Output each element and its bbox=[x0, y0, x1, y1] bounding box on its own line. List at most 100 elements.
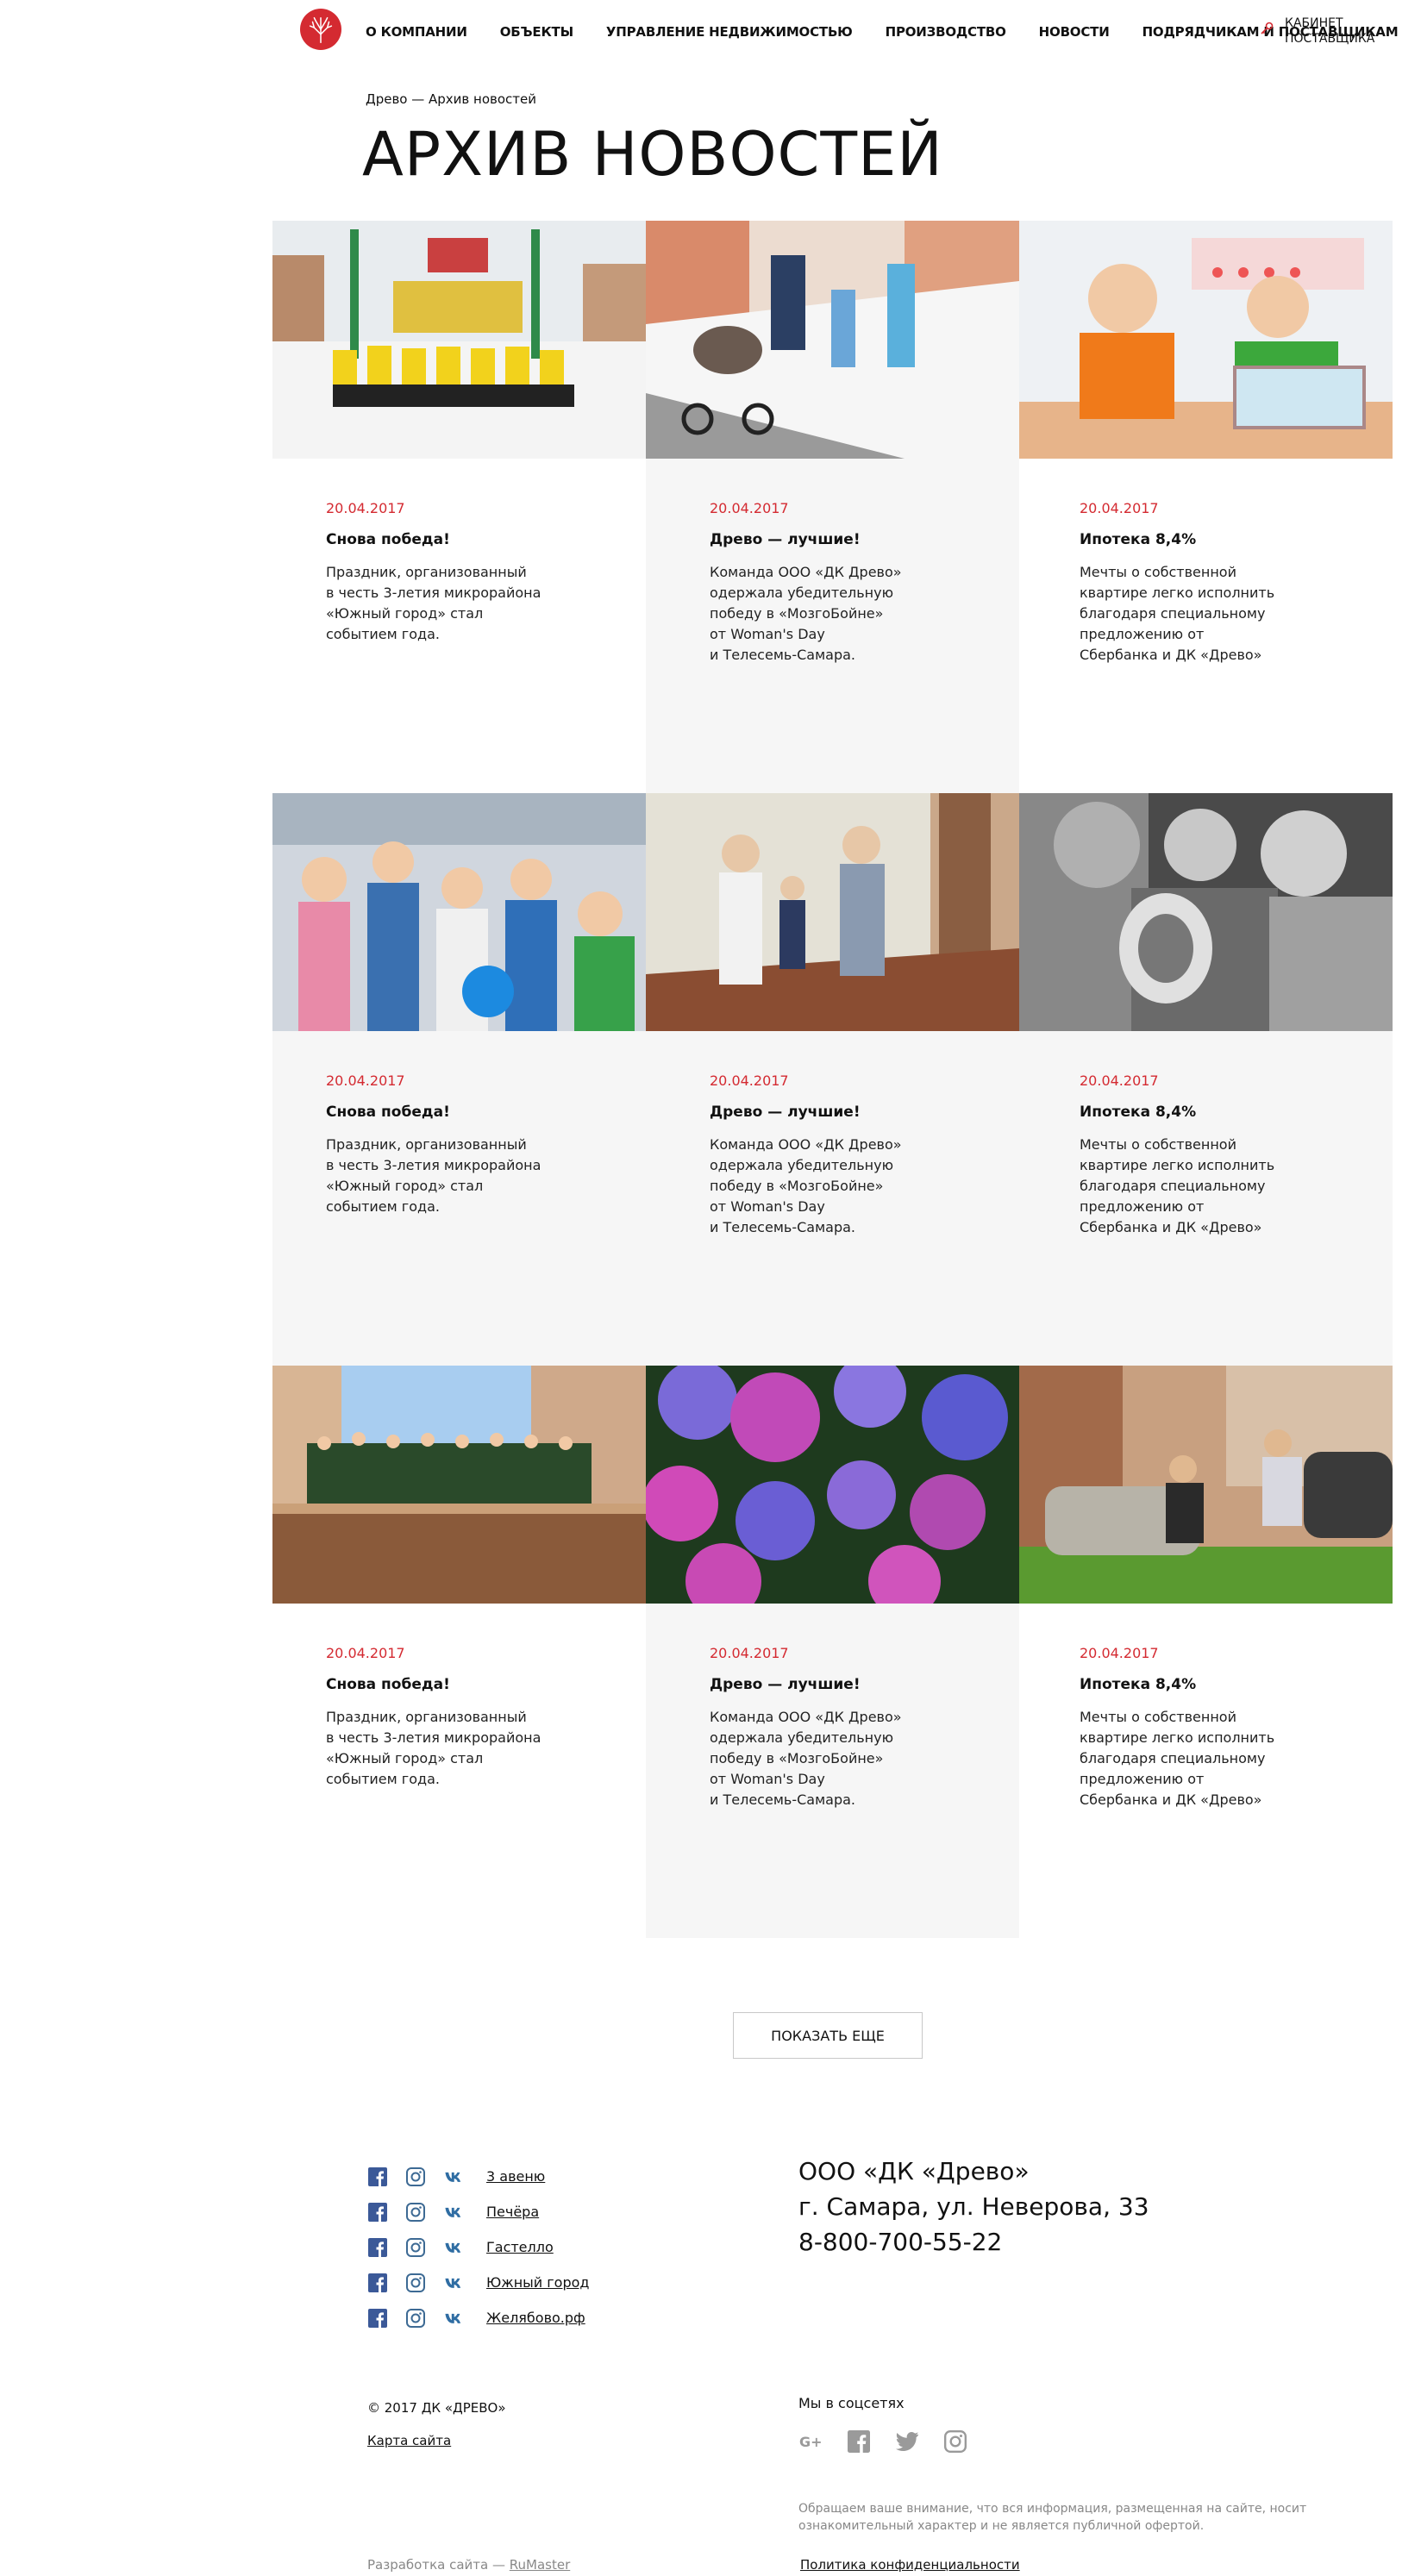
news-title[interactable]: Древо — лучшие! bbox=[710, 1676, 861, 1693]
news-title[interactable]: Ипотека 8,4% bbox=[1080, 531, 1196, 548]
cabinet-label: Кабинет поставщика bbox=[1285, 16, 1375, 46]
project-link[interactable]: Гастелло bbox=[486, 2239, 554, 2255]
news-title[interactable]: Древо — лучшие! bbox=[710, 531, 861, 548]
facebook-icon[interactable] bbox=[367, 2237, 388, 2258]
company-name: ООО «ДК «Древо» bbox=[798, 2157, 1030, 2185]
instagram-icon[interactable] bbox=[405, 2237, 426, 2258]
breadcrumb: Древо — Архив новостей bbox=[366, 91, 537, 107]
news-photo-crowd-kids bbox=[272, 793, 646, 1031]
news-text: Команда ООО «ДК Древо» одержала убедител… bbox=[710, 1709, 902, 1808]
instagram-icon[interactable] bbox=[405, 2202, 426, 2223]
news-date: 20.04.2017 bbox=[710, 1072, 789, 1089]
news-photo-hydrangeas bbox=[646, 1366, 1019, 1604]
news-photo-kids-playing bbox=[1019, 221, 1393, 459]
key-icon bbox=[1261, 22, 1274, 34]
facebook-icon[interactable] bbox=[367, 2202, 388, 2223]
news-grid: 20.04.2017 Снова победа! Праздник, орган… bbox=[272, 221, 1393, 1938]
site-header: О компании Объекты Управление недвижимос… bbox=[0, 0, 1421, 62]
news-card[interactable]: 20.04.2017 Снова победа! Праздник, орган… bbox=[272, 1366, 646, 1938]
news-card[interactable]: 20.04.2017 Древо — лучшие! Команда ООО «… bbox=[646, 793, 1019, 1366]
facebook-icon[interactable] bbox=[367, 2308, 388, 2329]
news-photo-team-snow bbox=[272, 221, 646, 459]
company-info: ООО «ДК «Древо» г. Самара, ул. Неверова,… bbox=[798, 2154, 1149, 2260]
developer-link[interactable]: RuMaster bbox=[510, 2557, 570, 2573]
privacy-policy-link[interactable]: Политика конфиденциальности bbox=[800, 2557, 1020, 2573]
nav-item-news[interactable]: Новости bbox=[1039, 24, 1110, 40]
supplier-cabinet-link[interactable]: Кабинет поставщика bbox=[1259, 16, 1380, 47]
news-card[interactable]: 20.04.2017 Снова победа! Праздник, орган… bbox=[272, 221, 646, 793]
vk-icon[interactable] bbox=[443, 2166, 464, 2187]
nav-item-property-management[interactable]: Управление недвижимостью bbox=[606, 24, 853, 40]
news-card[interactable]: 20.04.2017 Ипотека 8,4% Мечты о собствен… bbox=[1019, 1366, 1393, 1938]
facebook-icon[interactable] bbox=[367, 2166, 388, 2187]
vk-icon[interactable] bbox=[443, 2202, 464, 2223]
news-text: Команда ООО «ДК Древо» одержала убедител… bbox=[710, 1136, 902, 1235]
news-date: 20.04.2017 bbox=[326, 1072, 405, 1089]
legal-notice: Обращаем ваше внимание, что вся информац… bbox=[798, 2502, 1307, 2533]
developer-prefix: Разработка сайта — bbox=[367, 2557, 510, 2573]
news-card[interactable]: 20.04.2017 Ипотека 8,4% Мечты о собствен… bbox=[1019, 221, 1393, 793]
news-text: Мечты о собственной квартире легко испол… bbox=[1080, 1136, 1275, 1235]
news-title[interactable]: Ипотека 8,4% bbox=[1080, 1676, 1196, 1693]
facebook-icon[interactable] bbox=[847, 2429, 871, 2454]
social-title: Мы в соцсетях bbox=[798, 2395, 905, 2411]
nav-item-production[interactable]: Производство bbox=[886, 24, 1006, 40]
project-link[interactable]: Желябово.рф bbox=[486, 2310, 585, 2326]
vk-icon[interactable] bbox=[443, 2273, 464, 2293]
news-title[interactable]: Ипотека 8,4% bbox=[1080, 1104, 1196, 1121]
show-more-button[interactable]: Показать еще bbox=[733, 2012, 923, 2059]
nav-item-objects[interactable]: Объекты bbox=[500, 24, 573, 40]
news-text: Праздник, организованный в честь 3-летия… bbox=[326, 1709, 541, 1787]
news-date: 20.04.2017 bbox=[710, 500, 789, 516]
footer-projects: 3 авеню Печёра Гастелло Южный город Желя… bbox=[367, 2159, 589, 2335]
developer-credit: Разработка сайта — RuMaster bbox=[367, 2557, 570, 2573]
news-card[interactable]: 20.04.2017 Древо — лучшие! Команда ООО «… bbox=[646, 221, 1019, 793]
news-text: Праздник, организованный в честь 3-летия… bbox=[326, 564, 541, 642]
project-row: Желябово.рф bbox=[367, 2300, 589, 2335]
logo-tree-icon[interactable] bbox=[300, 9, 341, 50]
news-card[interactable]: 20.04.2017 Древо — лучшие! Команда ООО «… bbox=[646, 1366, 1019, 1938]
social-icons: G+ bbox=[798, 2429, 967, 2454]
vk-icon[interactable] bbox=[443, 2308, 464, 2329]
nav-item-company[interactable]: О компании bbox=[366, 24, 467, 40]
news-photo-megaphone-bw bbox=[1019, 793, 1393, 1031]
news-text: Команда ООО «ДК Древо» одержала убедител… bbox=[710, 564, 902, 663]
instagram-icon[interactable] bbox=[405, 2273, 426, 2293]
google-plus-icon[interactable]: G+ bbox=[798, 2429, 823, 2454]
news-card[interactable]: 20.04.2017 Снова победа! Праздник, орган… bbox=[272, 793, 646, 1366]
instagram-icon[interactable] bbox=[405, 2166, 426, 2187]
copyright: © 2017 ДК «ДРЕВО» bbox=[367, 2400, 506, 2416]
project-row: 3 авеню bbox=[367, 2159, 589, 2194]
page-title: Архив новостей bbox=[362, 119, 943, 190]
news-date: 20.04.2017 bbox=[1080, 500, 1159, 516]
news-date: 20.04.2017 bbox=[1080, 1072, 1159, 1089]
news-row: 20.04.2017 Снова победа! Праздник, орган… bbox=[272, 793, 1393, 1366]
news-title[interactable]: Снова победа! bbox=[326, 531, 450, 548]
news-text: Мечты о собственной квартире легко испол… bbox=[1080, 1709, 1275, 1808]
company-address: г. Самара, ул. Неверова, 33 bbox=[798, 2192, 1149, 2221]
company-phone[interactable]: 8-800-700-55-22 bbox=[798, 2224, 1149, 2260]
news-title[interactable]: Снова победа! bbox=[326, 1104, 450, 1121]
svg-text:G+: G+ bbox=[799, 2434, 822, 2450]
project-row: Южный город bbox=[367, 2265, 589, 2300]
instagram-icon[interactable] bbox=[943, 2429, 967, 2454]
facebook-icon[interactable] bbox=[367, 2273, 388, 2293]
news-row: 20.04.2017 Снова победа! Праздник, орган… bbox=[272, 221, 1393, 793]
project-row: Гастелло bbox=[367, 2229, 589, 2265]
news-title[interactable]: Снова победа! bbox=[326, 1676, 450, 1693]
news-date: 20.04.2017 bbox=[326, 1645, 405, 1661]
project-row: Печёра bbox=[367, 2194, 589, 2229]
instagram-icon[interactable] bbox=[405, 2308, 426, 2329]
news-row: 20.04.2017 Снова победа! Праздник, орган… bbox=[272, 1366, 1393, 1938]
news-photo-tree-planting bbox=[1019, 1366, 1393, 1604]
news-title[interactable]: Древо — лучшие! bbox=[710, 1104, 861, 1121]
project-link[interactable]: Южный город bbox=[486, 2274, 589, 2291]
news-date: 20.04.2017 bbox=[710, 1645, 789, 1661]
sitemap-link[interactable]: Карта сайта bbox=[367, 2433, 451, 2448]
twitter-icon[interactable] bbox=[895, 2429, 919, 2454]
vk-icon[interactable] bbox=[443, 2237, 464, 2258]
news-date: 20.04.2017 bbox=[326, 500, 405, 516]
project-link[interactable]: 3 авеню bbox=[486, 2168, 545, 2185]
news-card[interactable]: 20.04.2017 Ипотека 8,4% Мечты о собствен… bbox=[1019, 793, 1393, 1366]
project-link[interactable]: Печёра bbox=[486, 2204, 539, 2220]
